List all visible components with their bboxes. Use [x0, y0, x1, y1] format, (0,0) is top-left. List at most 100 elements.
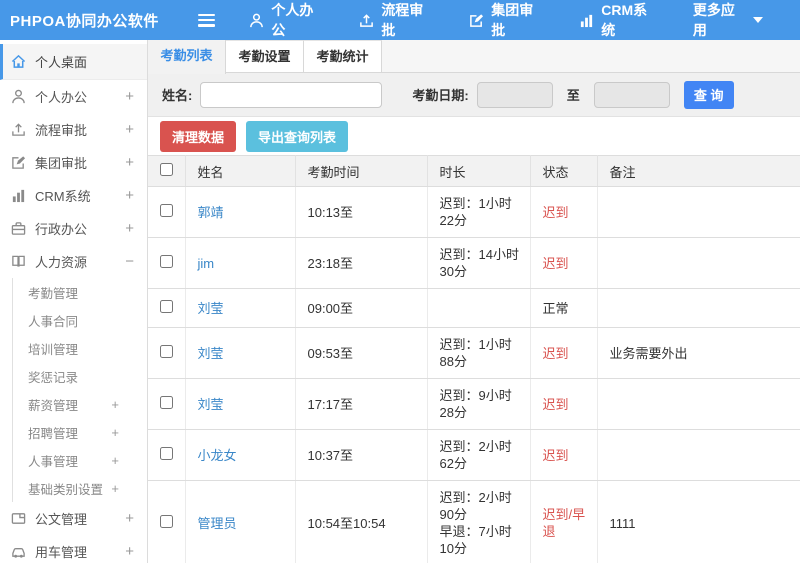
sidebar-item-vehicle-mgmt[interactable]: 用车管理 +: [0, 535, 147, 563]
employee-name-link[interactable]: 刘莹: [198, 346, 224, 361]
row-checkbox[interactable]: [159, 299, 173, 313]
filter-bar: 姓名: 考勤日期: 至 查 询: [148, 73, 800, 117]
sidebar-subitem-training-mgmt[interactable]: 培训管理: [13, 334, 147, 362]
edit-icon: [469, 13, 484, 28]
note: 1111: [597, 480, 800, 563]
attendance-time: 17:17至: [295, 378, 428, 430]
sidebar-subitem-salary-mgmt[interactable]: 薪资管理 +: [13, 390, 147, 418]
sidebar-subitem-personnel-mgmt[interactable]: 人事管理 +: [13, 446, 147, 474]
sidebar: 个人桌面 个人办公 + 流程审批 + 集团审批 + CRM系统 + 行政办公 +…: [0, 40, 148, 563]
status-badge: 迟到: [530, 429, 598, 481]
employee-name-link[interactable]: 刘莹: [198, 301, 224, 316]
row-checkbox[interactable]: [159, 395, 173, 409]
nav-label: 更多应用: [692, 2, 735, 38]
sidebar-item-personal-office[interactable]: 个人办公 +: [0, 80, 147, 113]
bar-chart-icon: [10, 188, 26, 204]
sidebar-subitem-recruit-mgmt[interactable]: 招聘管理 +: [13, 418, 147, 446]
expand-plus-icon[interactable]: +: [125, 154, 134, 171]
sidebar-item-human-resources[interactable]: 人力资源 −: [0, 245, 147, 278]
sidebar-item-label: 人力资源: [35, 255, 88, 270]
attendance-time: 23:18至: [295, 237, 428, 289]
status-badge: 迟到: [530, 237, 598, 289]
duration: 迟到：14小时30分: [427, 237, 531, 289]
nav-label: CRM系统: [601, 2, 648, 38]
table-row: 管理员 10:54至10:54 迟到：2小时90分 早退：7小时10分 迟到/早…: [148, 480, 800, 563]
date-to-input[interactable]: [593, 81, 670, 108]
sidebar-subitem-label: 奖惩记录: [28, 370, 79, 385]
attendance-time: 10:13至: [295, 186, 428, 238]
home-icon: [10, 54, 26, 70]
sidebar-subitem-hr-contract[interactable]: 人事合同: [13, 306, 147, 334]
employee-name-link[interactable]: 刘莹: [198, 397, 224, 412]
status-badge: 迟到: [530, 378, 598, 430]
nav-more-apps[interactable]: 更多应用: [692, 0, 764, 40]
tab-attendance-statistics[interactable]: 考勤统计: [304, 40, 382, 72]
attendance-table: 姓名 考勤时间 时长 状态 备注 郭靖 10:13至 迟到：1小时22分 迟到: [148, 155, 800, 563]
select-all-checkbox[interactable]: [159, 163, 173, 176]
expand-plus-icon[interactable]: +: [111, 397, 119, 412]
sidebar-subitem-attendance-mgmt[interactable]: 考勤管理: [13, 278, 147, 306]
sidebar-subitem-label: 基础类别设置: [28, 482, 104, 497]
duration: 迟到：1小时22分: [427, 186, 531, 238]
duration: 迟到：2小时62分: [427, 429, 531, 481]
table-row: 郭靖 10:13至 迟到：1小时22分 迟到: [148, 186, 800, 238]
expand-plus-icon[interactable]: +: [125, 121, 134, 138]
clear-data-button[interactable]: 清理数据: [160, 120, 237, 152]
row-checkbox[interactable]: [159, 254, 173, 268]
tab-attendance-list[interactable]: 考勤列表: [148, 40, 226, 74]
date-to-label: 至: [566, 88, 580, 103]
sidebar-item-admin-office[interactable]: 行政办公 +: [0, 212, 147, 245]
app-title: PHPOA协同办公软件: [10, 12, 159, 30]
employee-name-link[interactable]: 管理员: [198, 516, 237, 531]
table-row: jim 23:18至 迟到：14小时30分 迟到: [148, 237, 800, 289]
expand-plus-icon[interactable]: +: [125, 543, 134, 560]
sidebar-item-document-mgmt[interactable]: 公文管理 +: [0, 502, 147, 535]
employee-name-link[interactable]: 郭靖: [198, 205, 224, 220]
expand-plus-icon[interactable]: +: [111, 425, 119, 440]
sidebar-item-label: CRM系统: [35, 189, 91, 204]
expand-plus-icon[interactable]: +: [125, 510, 134, 527]
column-header-duration: 时长: [427, 155, 531, 187]
nav-label: 个人办公: [271, 2, 314, 38]
row-checkbox[interactable]: [159, 344, 173, 358]
row-checkbox[interactable]: [159, 446, 173, 460]
table-header-row: 姓名 考勤时间 时长 状态 备注: [148, 155, 800, 187]
row-checkbox[interactable]: [159, 514, 173, 528]
hamburger-menu-icon[interactable]: [198, 13, 216, 27]
note: [597, 237, 800, 289]
sidebar-item-workflow-approval[interactable]: 流程审批 +: [0, 113, 147, 146]
employee-name-link[interactable]: jim: [198, 256, 215, 271]
sidebar-item-label: 流程审批: [35, 123, 88, 138]
nav-crm-system[interactable]: CRM系统: [579, 0, 656, 40]
expand-plus-icon[interactable]: +: [111, 481, 119, 496]
search-button[interactable]: 查 询: [683, 80, 734, 109]
sidebar-subitem-base-category-settings[interactable]: 基础类别设置 +: [13, 474, 147, 502]
expand-plus-icon[interactable]: +: [125, 187, 134, 204]
name-filter-input[interactable]: [200, 81, 383, 108]
sidebar-item-crm-system[interactable]: CRM系统 +: [0, 179, 147, 212]
expand-plus-icon[interactable]: +: [111, 453, 119, 468]
date-from-input[interactable]: [476, 81, 553, 108]
expand-plus-icon[interactable]: +: [125, 220, 134, 237]
note: [597, 429, 800, 481]
status-badge: 迟到/早退: [530, 480, 598, 563]
collapse-minus-icon[interactable]: −: [125, 253, 134, 270]
note: [597, 186, 800, 238]
car-icon: [10, 544, 26, 560]
employee-name-link[interactable]: 小龙女: [198, 448, 237, 463]
sidebar-item-group-approval[interactable]: 集团审批 +: [0, 146, 147, 179]
tab-attendance-settings[interactable]: 考勤设置: [226, 40, 304, 72]
person-icon: [249, 13, 264, 28]
row-checkbox[interactable]: [159, 203, 173, 217]
attendance-time: 10:54至10:54: [295, 480, 428, 563]
export-list-button[interactable]: 导出查询列表: [246, 120, 349, 152]
expand-plus-icon[interactable]: +: [125, 88, 134, 105]
sidebar-subitem-reward-records[interactable]: 奖惩记录: [13, 362, 147, 390]
nav-workflow-approval[interactable]: 流程审批: [359, 0, 432, 40]
sidebar-item-personal-desktop[interactable]: 个人桌面: [0, 44, 147, 80]
topbar: PHPOA协同办公软件 个人办公 流程审批 集团审批 CRM系统 更多应用: [0, 0, 800, 40]
attendance-time: 09:53至: [295, 327, 428, 379]
nav-group-approval[interactable]: 集团审批: [469, 0, 542, 40]
sidebar-item-label: 个人桌面: [35, 55, 88, 70]
nav-personal-office[interactable]: 个人办公: [249, 0, 322, 40]
